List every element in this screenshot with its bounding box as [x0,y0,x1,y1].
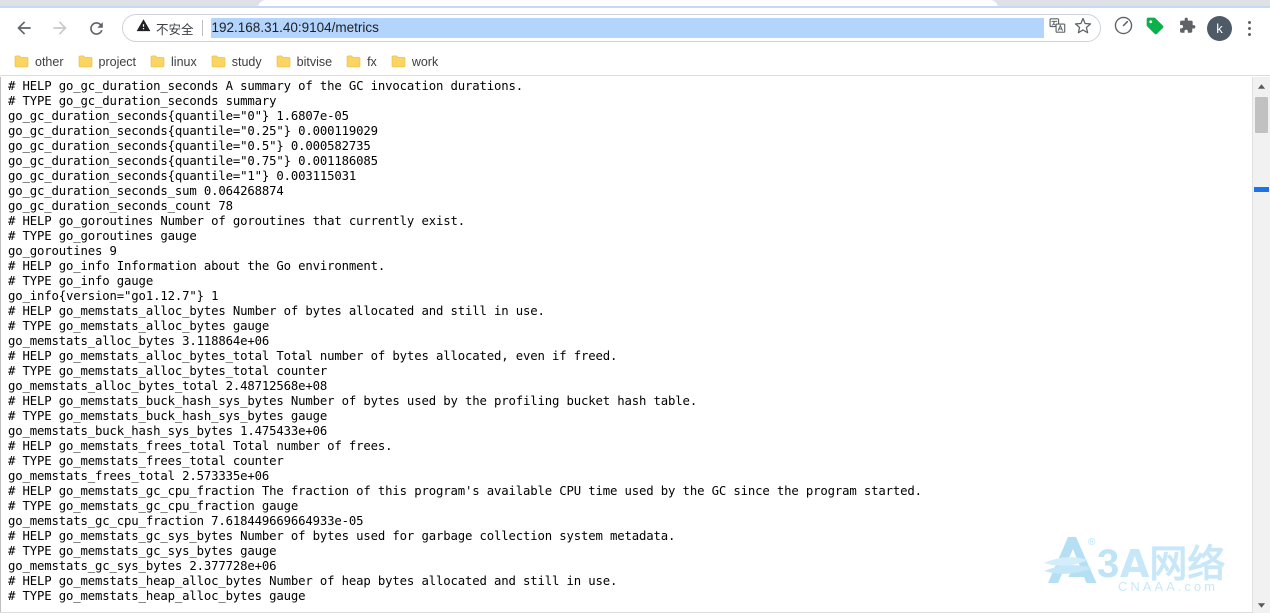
tab-strip-underline [0,6,1270,8]
browser-menu-button[interactable] [1236,13,1262,43]
bookmark-study[interactable]: study [207,52,270,72]
folder-icon [14,55,29,68]
extensions-button[interactable] [1173,13,1201,43]
svg-text:A网络: A网络 [1120,542,1225,586]
omnibox-divider [201,20,203,36]
bookmark-label: project [98,54,137,69]
forward-button[interactable] [45,13,75,43]
bookmark-project[interactable]: project [74,52,145,72]
menu-dot [1247,32,1251,36]
watermark-logo: ® 3 A网络 CNAAA.com [1042,527,1228,597]
svg-text:CNAAA.com: CNAAA.com [1118,579,1218,594]
back-button[interactable] [9,13,39,43]
bookmark-label: work [411,54,439,69]
scroll-down-button[interactable] [1253,596,1270,613]
scroll-up-button[interactable] [1253,77,1270,94]
security-status-chip[interactable]: 不安全 [136,18,202,38]
performance-button[interactable] [1109,13,1137,43]
tag-icon [1145,16,1165,41]
vertical-scrollbar[interactable] [1252,77,1270,613]
menu-dot [1247,26,1251,30]
folder-icon [346,55,361,68]
reload-button[interactable] [81,13,111,43]
bookmark-label: fx [367,54,377,69]
scroll-up-arrow-icon [1257,77,1266,95]
metrics-output: # HELP go_gc_duration_seconds A summary … [8,79,922,603]
tab-strip [0,0,1270,8]
browser-window: 不安全 192.168.31.40:9104/metrics k other p… [0,0,1270,613]
svg-text:®: ® [1088,537,1096,548]
find-match-marker [1254,187,1269,192]
star-icon [1074,17,1092,40]
bookmark-label: bitvise [296,54,333,69]
forward-arrow-icon [50,18,70,38]
speedometer-icon [1113,15,1134,41]
svg-text:3: 3 [1097,542,1119,586]
bookmark-bitvise[interactable]: bitvise [272,52,340,72]
scroll-down-arrow-icon [1257,596,1266,613]
menu-dot [1247,20,1251,24]
bookmark-label: study [231,54,262,69]
bookmark-button[interactable] [1070,15,1096,41]
bookmark-fx[interactable]: fx [342,52,385,72]
bookmark-label: linux [171,54,197,69]
scrollbar-thumb[interactable] [1255,97,1268,133]
folder-icon [150,55,165,68]
back-arrow-icon [14,18,34,38]
url-input[interactable]: 192.168.31.40:9104/metrics [210,18,1044,38]
folder-icon [78,55,93,68]
bookmark-label: other [35,54,64,69]
address-bar[interactable]: 不安全 192.168.31.40:9104/metrics [122,14,1101,42]
folder-icon [211,55,226,68]
warning-triangle-icon [136,18,151,38]
translate-button[interactable] [1044,15,1070,41]
translate-icon [1048,17,1066,39]
page-content: # HELP go_gc_duration_seconds A summary … [0,77,1270,613]
reload-icon [87,19,106,38]
bookmark-other[interactable]: other [10,52,72,72]
security-label: 不安全 [156,22,194,37]
folder-icon [276,55,291,68]
tag-button[interactable] [1141,13,1169,43]
puzzle-icon [1177,16,1197,41]
content-left-border [0,77,1,613]
bookmark-work[interactable]: work [387,52,446,72]
browser-toolbar: 不安全 192.168.31.40:9104/metrics k [0,8,1270,48]
bookmark-linux[interactable]: linux [146,52,205,72]
avatar[interactable]: k [1207,15,1232,41]
folder-icon [391,55,406,68]
bookmarks-bar: other project linux study bitvise fx wor… [0,48,1270,76]
